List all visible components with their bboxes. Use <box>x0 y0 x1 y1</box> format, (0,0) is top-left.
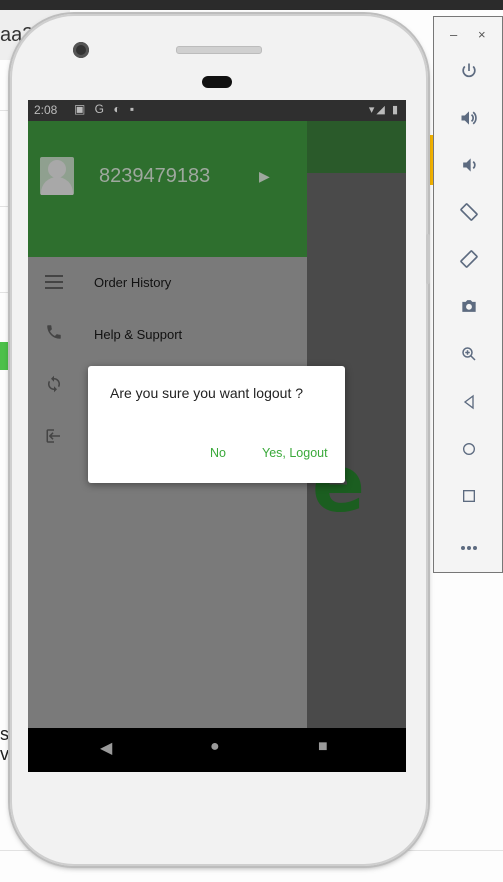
nav-back-icon[interactable]: ◀ <box>100 738 112 758</box>
minimize-icon[interactable]: – <box>450 27 457 42</box>
nav-home-icon[interactable]: ● <box>210 738 220 756</box>
side-button <box>426 234 430 284</box>
chevron-right-icon[interactable]: ▶ <box>259 168 270 185</box>
camera-icon[interactable] <box>455 296 483 324</box>
avatar-icon <box>40 157 74 195</box>
status-time: 2:08 <box>34 103 58 117</box>
no-button[interactable]: No <box>210 446 226 460</box>
drawer-header[interactable]: 8239479183 ▶ <box>28 121 307 257</box>
logout-icon <box>42 427 66 451</box>
signal-battery-icons: ▾◢ ▮ <box>368 104 400 116</box>
overview-icon[interactable] <box>455 484 483 512</box>
earpiece <box>202 76 232 88</box>
user-phone-number: 8239479183 <box>99 165 211 187</box>
close-icon[interactable]: × <box>478 27 486 42</box>
app-toolbar <box>307 121 406 173</box>
notification-icons: ▣ G ◐ ▪ <box>74 102 138 116</box>
system-nav-bar: ◀ ● ■ <box>28 728 406 772</box>
drawer-item-order-history[interactable]: Order History <box>28 257 307 309</box>
emulator-toolbar: – × <box>433 16 503 573</box>
background-titlebar <box>0 0 503 10</box>
yes-logout-button[interactable]: Yes, Logout <box>262 446 328 460</box>
background-text: v <box>0 744 9 764</box>
volume-down-icon[interactable] <box>455 155 483 183</box>
drawer-item-label: Help & Support <box>94 327 183 342</box>
rotate-right-icon[interactable] <box>455 249 483 277</box>
nav-recents-icon[interactable]: ■ <box>318 738 328 756</box>
power-icon[interactable] <box>455 61 483 89</box>
dialog-message: Are you sure you want logout ? <box>110 385 304 401</box>
more-icon[interactable] <box>455 531 483 559</box>
drawer-item-label: Order History <box>94 275 172 290</box>
menu-icon <box>42 271 66 295</box>
volume-up-icon[interactable] <box>455 108 483 136</box>
zoom-icon[interactable] <box>455 343 483 371</box>
sync-icon <box>42 375 66 399</box>
speaker-slot <box>176 46 262 54</box>
home-icon[interactable] <box>455 437 483 465</box>
rotate-left-icon[interactable] <box>455 202 483 230</box>
back-icon[interactable] <box>455 390 483 418</box>
background-text: s <box>0 724 9 744</box>
logout-dialog: Are you sure you want logout ? No Yes, L… <box>88 366 345 483</box>
drawer-item-help-support[interactable]: Help & Support <box>28 309 307 361</box>
front-camera <box>73 42 89 58</box>
background-green-button[interactable] <box>0 342 10 370</box>
phone-icon <box>42 323 66 347</box>
status-bar: 2:08 ▣ G ◐ ▪ ▾◢ ▮ <box>28 100 406 121</box>
